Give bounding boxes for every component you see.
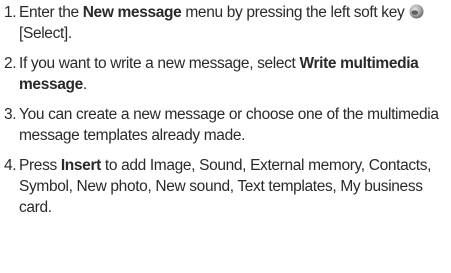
- step-text-before: If you want to write a new message, sele…: [19, 55, 300, 72]
- left-soft-key-icon: [409, 4, 424, 19]
- step-text-before: Enter the: [19, 4, 83, 21]
- step-text-before: Press: [19, 157, 61, 174]
- step-text-after: menu by pressing the left soft key: [181, 4, 405, 21]
- step-bold-term: Insert: [60, 157, 101, 174]
- step-text: You can create a new message or choose o…: [19, 106, 439, 144]
- step-number: 1.: [4, 4, 17, 21]
- step-4: 4. Press Insert to add Image, Sound, Exte…: [0, 155, 451, 218]
- step-1: 1. Enter the New message menu by pressing…: [0, 2, 451, 44]
- step-number: 3.: [4, 106, 17, 123]
- step-number: 4.: [4, 157, 17, 174]
- step-3: 3. You can create a new message or choose…: [0, 104, 451, 146]
- step-text-after: .: [82, 76, 87, 93]
- step-number: 2.: [4, 55, 17, 72]
- step-text-tail: [Select].: [19, 25, 72, 42]
- instruction-list: 1. Enter the New message menu by pressing…: [0, 0, 451, 218]
- step-2: 2. If you want to write a new message, se…: [0, 53, 451, 95]
- step-bold-term: New message: [82, 4, 182, 21]
